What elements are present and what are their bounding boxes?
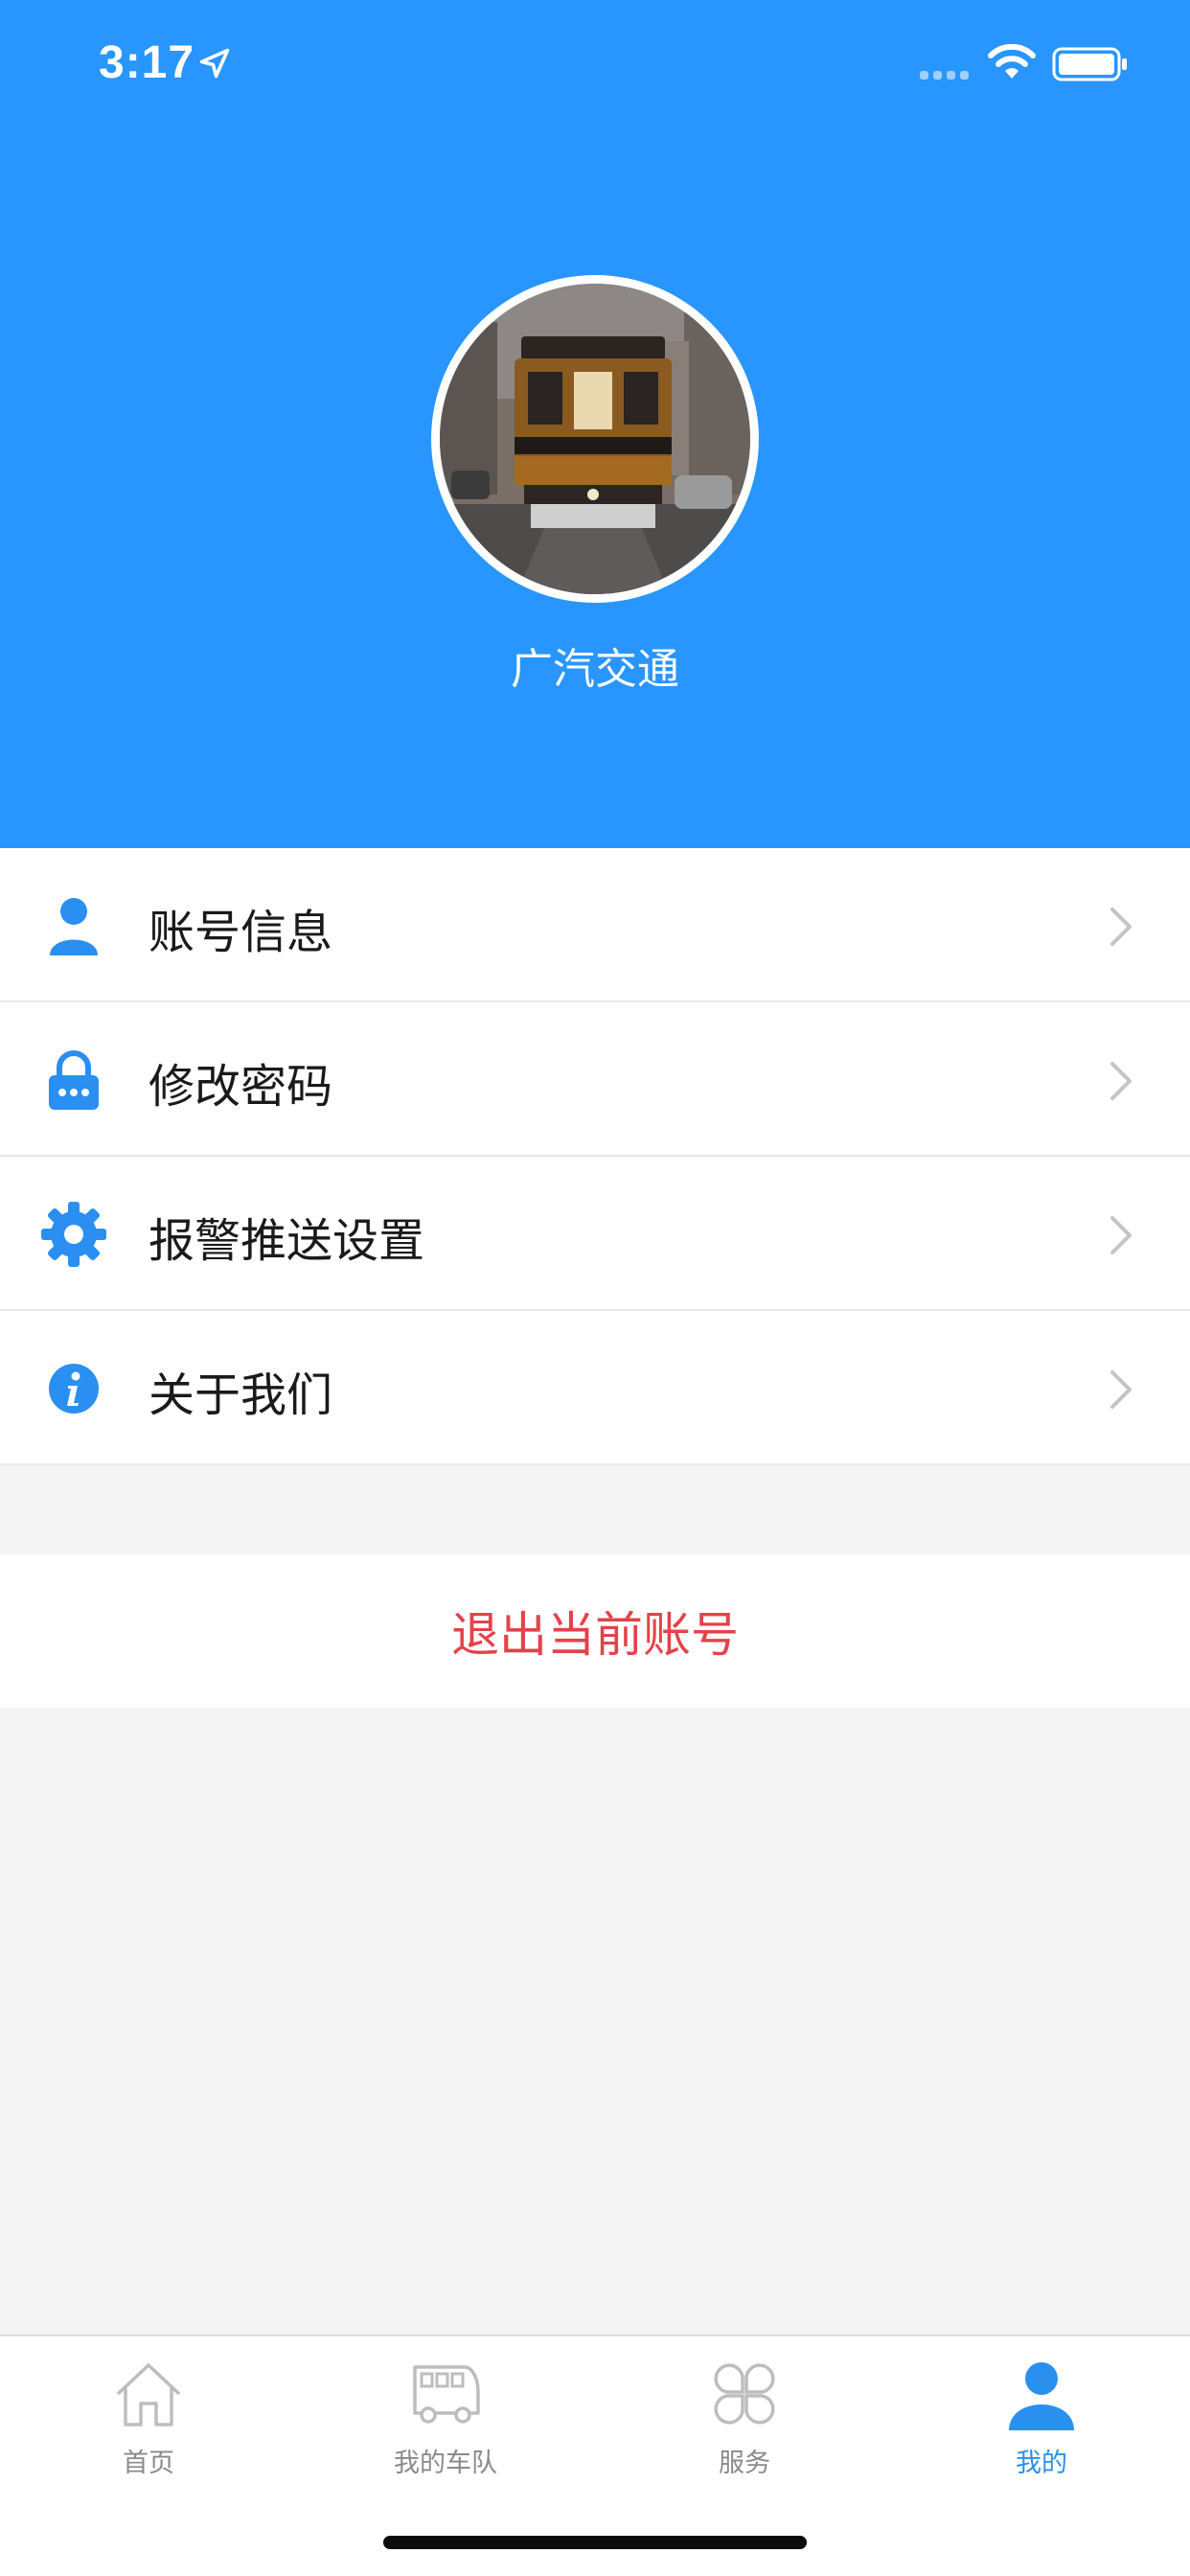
logout-button[interactable]: 退出当前账号 <box>0 1554 1190 1708</box>
menu-item-alarm-push-settings[interactable]: 报警推送设置 <box>0 1157 1190 1311</box>
tab-label: 我的 <box>1016 2449 1067 2478</box>
menu-item-account-info[interactable]: 账号信息 <box>0 848 1190 1002</box>
gear-icon <box>41 1202 106 1267</box>
wifi-icon <box>988 44 1036 79</box>
info-icon <box>49 1364 99 1414</box>
person-icon <box>50 898 98 955</box>
profile-header: 3:17 广汽交通 <box>0 0 1190 848</box>
company-name: 广汽交通 <box>511 645 679 694</box>
tab-mine[interactable]: 我的 <box>946 2358 1137 2482</box>
location-arrow-icon <box>199 48 230 79</box>
chevron-right-icon <box>1110 1216 1132 1254</box>
tram-photo <box>440 284 750 594</box>
chevron-right-icon <box>1110 1370 1132 1409</box>
menu-item-label: 报警推送设置 <box>149 1214 425 1268</box>
tab-label: 首页 <box>123 2449 174 2478</box>
home-icon <box>116 2363 181 2426</box>
menu-item-label: 账号信息 <box>149 906 333 959</box>
chevron-right-icon <box>1110 908 1132 946</box>
status-time: 3:17 <box>99 37 195 88</box>
battery-icon <box>1052 47 1127 81</box>
tab-label: 我的车队 <box>394 2449 497 2478</box>
person-icon <box>1009 2362 1074 2430</box>
clover-grid-icon <box>714 2363 775 2425</box>
tab-label: 服务 <box>719 2449 770 2478</box>
bus-icon <box>413 2365 480 2424</box>
tab-home[interactable]: 首页 <box>53 2358 244 2482</box>
tab-services[interactable]: 服务 <box>649 2358 840 2482</box>
lock-icon <box>49 1050 99 1110</box>
settings-menu: 账号信息 修改密码 报警推送设置 关于我们 <box>0 848 1190 1465</box>
cellular-signal-icon <box>920 71 969 80</box>
menu-item-label: 关于我们 <box>149 1368 333 1422</box>
avatar[interactable] <box>431 275 759 603</box>
menu-item-change-password[interactable]: 修改密码 <box>0 1002 1190 1157</box>
profile-page: 3:17 广汽交通 账号信息 修改密码 报警推送设置 关于我们 退出当前账号 首… <box>0 0 1190 2576</box>
menu-item-about-us[interactable]: 关于我们 <box>0 1311 1190 1465</box>
chevron-right-icon <box>1110 1062 1132 1100</box>
tab-my-fleet[interactable]: 我的车队 <box>350 2358 541 2482</box>
home-indicator <box>383 2536 807 2549</box>
menu-item-label: 修改密码 <box>149 1060 333 1114</box>
